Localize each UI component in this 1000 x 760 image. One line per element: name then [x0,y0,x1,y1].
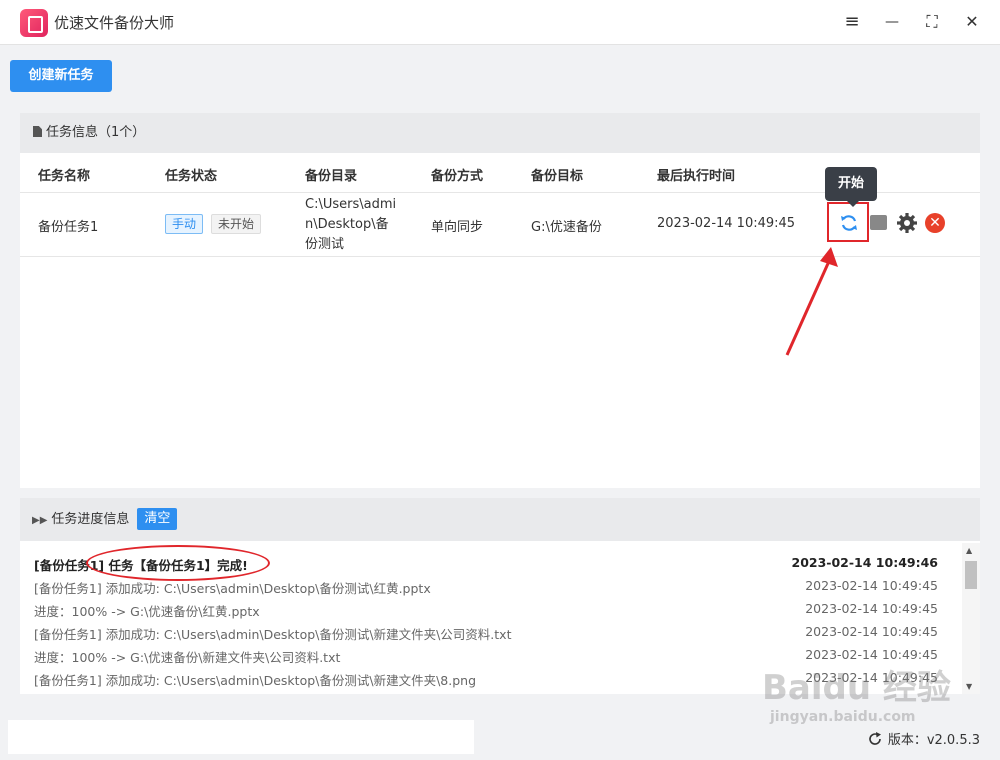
scroll-thumb[interactable] [965,561,977,589]
backup-method: 单向同步 [431,220,484,235]
delete-icon[interactable]: ✕ [925,213,945,233]
progress-panel-title: 任务进度信息 [51,512,130,527]
maximize-button[interactable]: ⛶ [920,10,944,34]
expand-icon[interactable]: ▶▶ [32,515,47,526]
column-header-method: 备份方式 [431,169,484,184]
scroll-up-icon[interactable]: ▲ [966,546,972,555]
log-entry: [备份任务1] 添加成功: C:\Users\admin\Desktop\备份测… [34,624,938,647]
last-run-time: 2023-02-14 10:49:45 [657,216,796,231]
task-panel-title: 任务信息（1个） [46,125,146,140]
log-message: 进度：100% -> G:\优速备份\红黄.pptx [34,604,260,619]
log-time: 2023-02-14 10:49:45 [805,578,938,593]
create-task-button[interactable]: 创建新任务 [10,60,112,92]
start-highlight-box [827,202,869,242]
log-entry: [备份任务1] 添加成功: C:\Users\admin\Desktop\备份测… [34,578,938,601]
document-icon [33,126,42,137]
source-dir-line: C:\Users\admi [305,197,397,212]
backup-target: G:\优速备份 [531,220,602,235]
task-panel-header: 任务信息（1个） [20,113,980,153]
close-button[interactable]: ✕ [960,10,984,34]
log-time: 2023-02-14 10:49:46 [791,555,939,570]
log-time: 2023-02-14 10:49:45 [805,601,938,616]
log-entry: 进度：100% -> G:\优速备份\红黄.pptx 2023-02-14 10… [34,601,938,624]
annotation-arrow [785,247,838,356]
task-name: 备份任务1 [38,220,99,235]
stop-icon[interactable] [870,215,887,230]
clear-button[interactable]: 清空 [137,508,178,530]
watermark-url: jingyan.baidu.com [770,709,916,725]
annotation-ellipse [86,545,270,581]
column-header-name: 任务名称 [38,169,91,184]
app-logo-icon [20,9,48,37]
title-bar: 优速文件备份大师 ≡ — ⛶ ✕ [0,0,1000,45]
mode-badge: 手动 [165,214,204,234]
version-info: 版本：v2.0.5.3 [868,729,980,748]
column-header-source: 备份目录 [305,169,358,184]
log-message: [备份任务1] 添加成功: C:\Users\admin\Desktop\备份测… [34,581,431,596]
minimize-button[interactable]: — [880,10,904,34]
source-dir-line: n\Desktop\备 [305,217,389,232]
log-scrollbar[interactable]: ▲ ▼ [962,543,980,694]
log-time: 2023-02-14 10:49:45 [805,624,938,639]
status-field [8,720,474,754]
scroll-down-icon[interactable]: ▼ [966,682,972,691]
menu-icon[interactable]: ≡ [840,10,864,34]
log-message: [备份任务1] 添加成功: C:\Users\admin\Desktop\备份测… [34,627,512,642]
status-badge: 未开始 [211,214,262,234]
source-dir-line: 份测试 [305,237,345,252]
baidu-watermark: Baidu 经验 jingyan.baidu.com [762,660,951,725]
column-header-target: 备份目标 [531,169,584,184]
source-dir: C:\Users\admi n\Desktop\备 份测试 [305,195,396,255]
column-header-status: 任务状态 [165,169,218,184]
app-title: 优速文件备份大师 [54,14,175,32]
sync-start-icon[interactable] [839,213,859,233]
progress-panel-header: ▶▶ 任务进度信息 清空 [20,498,980,541]
log-message: [备份任务1] 添加成功: C:\Users\admin\Desktop\备份测… [34,673,477,688]
gear-icon[interactable] [896,212,918,234]
version-label: 版本：v2.0.5.3 [887,733,980,748]
start-tooltip: 开始 [825,167,877,207]
column-header-last-run: 最后执行时间 [657,169,736,184]
refresh-icon[interactable] [868,732,882,746]
log-message: 进度：100% -> G:\优速备份\新建文件夹\公司资料.txt [34,650,341,665]
watermark-logo-text: Baidu 经验 [762,668,951,708]
